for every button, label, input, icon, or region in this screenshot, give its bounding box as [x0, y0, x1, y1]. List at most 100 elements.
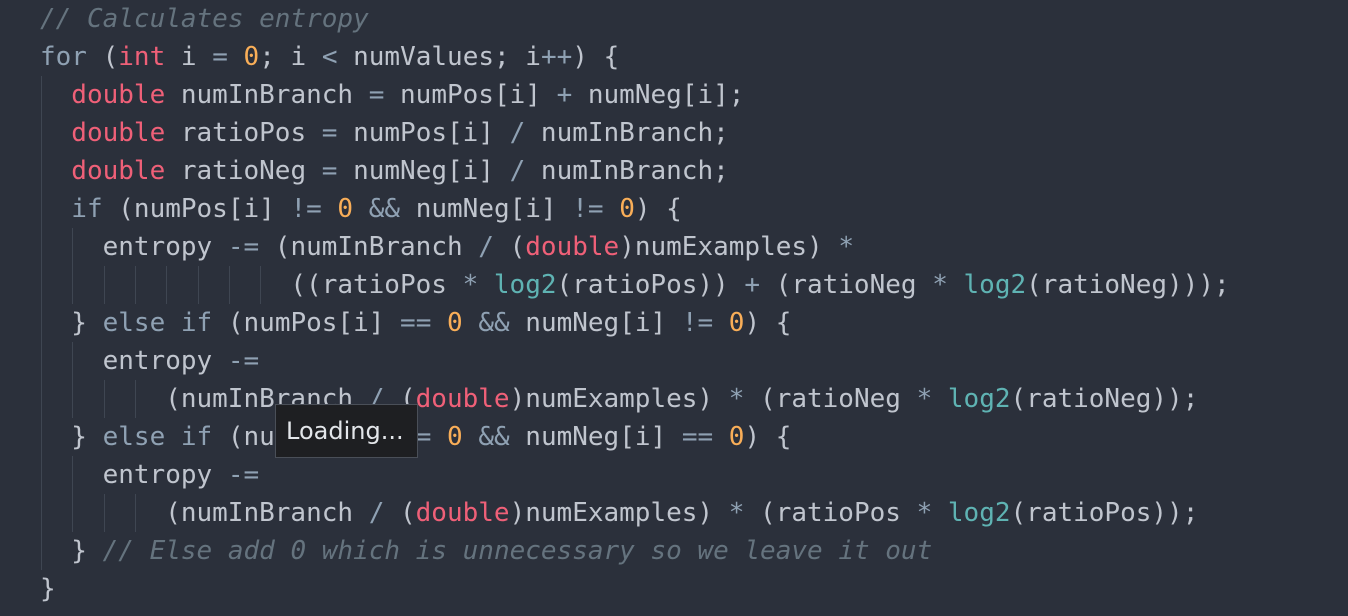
- number-literal: 0: [337, 194, 354, 224]
- keyword: else: [102, 422, 166, 452]
- code-line: // Calculates entropy: [40, 0, 369, 38]
- code-text: numNeg[i];: [572, 80, 745, 110]
- operator: *: [838, 232, 854, 262]
- indent-guide: [41, 152, 42, 190]
- indent-guide: [41, 456, 42, 494]
- keyword: if: [180, 422, 213, 452]
- comment: // Else add 0 which is unnecessary so we…: [102, 536, 933, 566]
- operator: &&: [478, 422, 510, 452]
- code-text: (numInBranch: [259, 232, 479, 262]
- operator: -=: [227, 232, 260, 262]
- code-text: numInBranch;: [525, 156, 729, 186]
- indent-guide: [197, 266, 199, 304]
- code-text: (ratioNeg));: [1010, 384, 1199, 414]
- operator: +: [744, 270, 761, 300]
- function-name: log2: [493, 270, 557, 300]
- code-text: (numPos[i]: [102, 194, 291, 224]
- indent-guide: [41, 342, 42, 380]
- indent-guide: [134, 380, 136, 418]
- number-literal: 0: [728, 422, 745, 452]
- code-text: }: [40, 574, 56, 604]
- code-editor[interactable]: // Calculates entropy for (int i = 0; i <…: [0, 0, 1348, 616]
- operator: /: [509, 156, 526, 186]
- operator: -=: [227, 346, 260, 376]
- code-text: numNeg[i]: [337, 156, 510, 186]
- indent-guide: [72, 266, 74, 304]
- code-line: double ratioNeg = numNeg[i] / numInBranc…: [71, 152, 728, 190]
- indent-guide: [72, 228, 74, 266]
- operator: *: [728, 498, 745, 528]
- operator: ==: [681, 422, 714, 452]
- operator: *: [932, 270, 948, 300]
- code-text: numNeg[i]: [509, 422, 682, 452]
- code-text: (ratioPos)): [556, 270, 745, 300]
- code-text: }: [71, 308, 103, 338]
- function-name: log2: [947, 384, 1011, 414]
- code-text: entropy: [102, 232, 228, 262]
- code-text: ((ratioPos: [290, 270, 463, 300]
- type-keyword: double: [415, 498, 510, 528]
- code-line: } // Else add 0 which is unnecessary so …: [71, 532, 932, 570]
- code-text: ratioNeg: [165, 156, 322, 186]
- indent-guide: [41, 380, 42, 418]
- indent-guide: [260, 266, 262, 304]
- code-text: numPos[i]: [384, 80, 557, 110]
- indent-guide: [41, 266, 42, 304]
- code-text: (ratioNeg: [744, 384, 917, 414]
- code-text: ) {: [744, 308, 792, 338]
- code-text: (: [384, 498, 416, 528]
- indent-guide: [103, 380, 105, 418]
- number-literal: 0: [243, 42, 260, 72]
- code-text: numValues; i: [337, 42, 541, 72]
- type-keyword: double: [525, 232, 620, 262]
- code-line: } else if (numPos[i] == 0 && numNeg[i] !…: [71, 304, 791, 342]
- operator: =: [212, 42, 228, 72]
- operator: &&: [368, 194, 401, 224]
- keyword: if: [180, 308, 213, 338]
- code-text: numInBranch;: [525, 118, 729, 148]
- number-literal: 0: [728, 308, 745, 338]
- code-text: i: [165, 42, 213, 72]
- code-line: entropy -=: [103, 456, 260, 494]
- indent-guide: [72, 380, 74, 418]
- operator: /: [478, 232, 494, 262]
- operator: /: [368, 498, 385, 528]
- indent-guide: [41, 532, 42, 570]
- operator: -=: [227, 460, 260, 490]
- function-name: log2: [963, 270, 1027, 300]
- indent-guide: [134, 266, 136, 304]
- operator: <: [321, 42, 338, 72]
- code-line: for (int i = 0; i < numValues; i++) {: [40, 38, 619, 76]
- comment: // Calculates entropy: [40, 4, 369, 34]
- indent-guide: [72, 494, 74, 532]
- code-line: entropy -=: [103, 342, 260, 380]
- indent-guide: [103, 494, 105, 532]
- code-text: (numInBranch: [165, 498, 369, 528]
- indent-guide: [228, 266, 230, 304]
- code-line: ((ratioPos * log2(ratioPos)) + (ratioNeg…: [290, 266, 1229, 304]
- code-text: entropy: [102, 460, 228, 490]
- code-text: ) {: [572, 42, 620, 72]
- operator: &&: [478, 308, 510, 338]
- code-text: (ratioNeg)));: [1026, 270, 1230, 300]
- operator: +: [556, 80, 573, 110]
- indent-guide: [103, 266, 105, 304]
- code-line: (numInBranch / (double)numExamples) * (r…: [165, 494, 1198, 532]
- loading-tooltip: Loading...: [275, 404, 418, 458]
- code-line: double numInBranch = numPos[i] + numNeg[…: [71, 76, 744, 114]
- code-text: ) {: [744, 422, 792, 452]
- operator: *: [916, 384, 933, 414]
- code-text: numNeg[i]: [509, 308, 682, 338]
- indent-guide: [41, 190, 42, 228]
- indent-guide: [72, 342, 74, 380]
- code-text: )numExamples): [509, 498, 729, 528]
- code-text: numNeg[i]: [400, 194, 573, 224]
- operator: ==: [400, 308, 432, 338]
- code-text: (: [86, 42, 119, 72]
